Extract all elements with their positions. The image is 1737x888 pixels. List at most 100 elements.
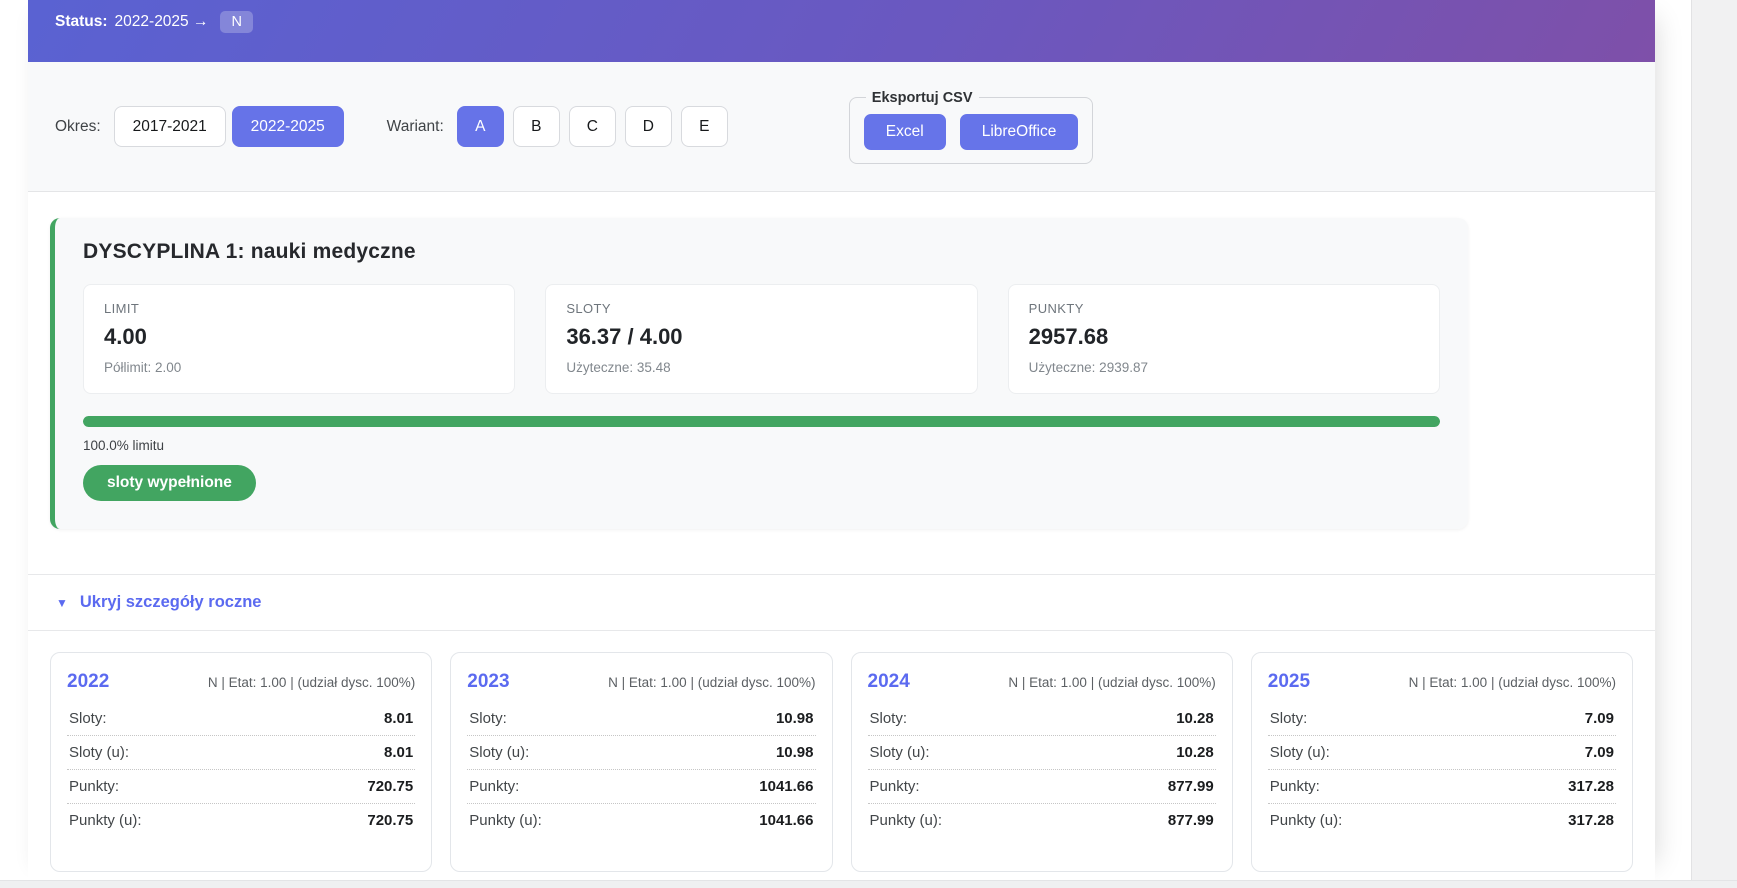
year-rows: Sloty: 10.28 Sloty (u): 10.28 Punkty: 87… [868, 702, 1216, 837]
wariant-button[interactable]: B [513, 106, 560, 147]
export-csv-legend: Eksportuj CSV [866, 90, 979, 106]
wariant-button-group: A B C D E [457, 106, 737, 147]
stat-value: 4.00 [104, 324, 494, 350]
year-rows: Sloty: 10.98 Sloty (u): 10.98 Punkty: 10… [467, 702, 815, 837]
year-stat-value: 8.01 [384, 744, 413, 761]
year-stat-value: 10.98 [776, 744, 814, 761]
year-stat-value: 1041.66 [759, 812, 813, 829]
year-stat-row: Sloty (u): 10.28 [868, 735, 1216, 769]
year-stat-label: Sloty: [1270, 710, 1308, 727]
stat-value: 36.37 / 4.00 [566, 324, 956, 350]
year-meta: N | Etat: 1.00 | (udział dysc. 100%) [208, 675, 415, 690]
limit-progress-fill [83, 416, 1440, 427]
year-label: 2024 [868, 671, 910, 693]
okres-label: Okres: [55, 118, 101, 136]
year-stat-row: Sloty (u): 8.01 [67, 735, 415, 769]
wariant-button[interactable]: A [457, 106, 504, 147]
year-stat-value: 720.75 [367, 778, 413, 795]
year-stat-label: Sloty (u): [69, 744, 129, 761]
slots-filled-badge: sloty wypełnione [83, 465, 256, 501]
year-stat-row: Punkty (u): 317.28 [1268, 803, 1616, 837]
year-stat-value: 317.28 [1568, 778, 1614, 795]
year-stat-label: Punkty: [870, 778, 920, 795]
year-stat-value: 877.99 [1168, 812, 1214, 829]
year-stat-value: 10.98 [776, 710, 814, 727]
year-stat-row: Punkty: 720.75 [67, 769, 415, 803]
status-badge: N [220, 11, 252, 34]
toolbar: Okres: 2017-2021 2022-2025 Wariant: A B … [28, 62, 1655, 192]
year-card-header: 2023 N | Etat: 1.00 | (udział dysc. 100%… [467, 671, 815, 693]
period-button[interactable]: 2017-2021 [114, 106, 226, 147]
toggle-yearly-details-link[interactable]: ▼ Ukryj szczegóły roczne [56, 593, 261, 612]
stat-box: SLOTY 36.37 / 4.00 Użyteczne: 35.48 [545, 284, 977, 394]
year-stat-row: Sloty: 7.09 [1268, 702, 1616, 735]
stat-box-row: LIMIT 4.00 Półlimit: 2.00 SLOTY 36.37 / … [83, 284, 1440, 394]
year-stat-label: Punkty (u): [469, 812, 542, 829]
year-stat-label: Punkty: [469, 778, 519, 795]
main-container: Status: 2022-2025 → N Okres: 2017-2021 2… [28, 0, 1655, 881]
toggle-yearly-details-label: Ukryj szczegóły roczne [80, 593, 262, 612]
discipline-title: DYSCYPLINA 1: nauki medyczne [83, 240, 1440, 264]
year-stat-label: Sloty: [69, 710, 107, 727]
export-button[interactable]: Excel [864, 114, 946, 150]
year-card: 2022 N | Etat: 1.00 | (udział dysc. 100%… [50, 652, 432, 872]
wariant-button[interactable]: E [681, 106, 728, 147]
stat-sub-value: Użyteczne: 35.48 [566, 360, 956, 375]
year-meta: N | Etat: 1.00 | (udział dysc. 100%) [1409, 675, 1616, 690]
year-stat-label: Sloty (u): [870, 744, 930, 761]
year-stat-row: Sloty (u): 7.09 [1268, 735, 1616, 769]
year-stat-row: Sloty: 10.28 [868, 702, 1216, 735]
export-button[interactable]: LibreOffice [960, 114, 1079, 150]
year-meta: N | Etat: 1.00 | (udział dysc. 100%) [608, 675, 815, 690]
year-label: 2022 [67, 671, 109, 693]
wariant-label: Wariant: [387, 118, 444, 136]
year-stat-label: Punkty (u): [1270, 812, 1343, 829]
year-stat-label: Punkty (u): [870, 812, 943, 829]
stat-sub-value: Półlimit: 2.00 [104, 360, 494, 375]
year-rows: Sloty: 8.01 Sloty (u): 8.01 Punkty: 720.… [67, 702, 415, 837]
year-card-header: 2022 N | Etat: 1.00 | (udział dysc. 100%… [67, 671, 415, 693]
limit-percent-label: 100.0% limitu [83, 438, 1440, 453]
period-button[interactable]: 2022-2025 [232, 106, 344, 147]
year-card: 2025 N | Etat: 1.00 | (udział dysc. 100%… [1251, 652, 1633, 872]
triangle-down-icon: ▼ [56, 596, 68, 610]
bottom-edge-strip [0, 880, 1737, 888]
year-stat-row: Punkty: 1041.66 [467, 769, 815, 803]
limit-progress-bar [83, 416, 1440, 427]
stat-sub-value: Użyteczne: 2939.87 [1029, 360, 1419, 375]
scrollbar-gutter[interactable] [1691, 0, 1737, 888]
divider [28, 574, 1655, 575]
years-grid: 2022 N | Etat: 1.00 | (udział dysc. 100%… [50, 652, 1633, 872]
year-stat-label: Sloty (u): [469, 744, 529, 761]
status-bar: Status: 2022-2025 → N [28, 0, 1655, 62]
year-stat-value: 7.09 [1585, 744, 1614, 761]
year-stat-label: Sloty: [469, 710, 507, 727]
year-stat-value: 877.99 [1168, 778, 1214, 795]
year-label: 2025 [1268, 671, 1310, 693]
status-period-value: 2022-2025 → [115, 13, 209, 31]
year-stat-row: Punkty: 877.99 [868, 769, 1216, 803]
divider [28, 630, 1655, 631]
year-stat-label: Sloty: [870, 710, 908, 727]
year-stat-label: Punkty (u): [69, 812, 142, 829]
export-csv-fieldset: Eksportuj CSV Excel LibreOffice [849, 90, 1094, 164]
discipline-card: DYSCYPLINA 1: nauki medyczne LIMIT 4.00 … [50, 218, 1468, 529]
year-stat-value: 1041.66 [759, 778, 813, 795]
period-button-group: 2017-2021 2022-2025 [114, 106, 350, 147]
year-card-header: 2024 N | Etat: 1.00 | (udział dysc. 100%… [868, 671, 1216, 693]
year-stat-row: Punkty (u): 720.75 [67, 803, 415, 837]
year-stat-row: Punkty (u): 1041.66 [467, 803, 815, 837]
wariant-button[interactable]: C [569, 106, 616, 147]
year-stat-row: Sloty: 10.98 [467, 702, 815, 735]
content-area: DYSCYPLINA 1: nauki medyczne LIMIT 4.00 … [28, 192, 1655, 872]
stat-value: 2957.68 [1029, 324, 1419, 350]
year-meta: N | Etat: 1.00 | (udział dysc. 100%) [1008, 675, 1215, 690]
year-stat-label: Punkty: [69, 778, 119, 795]
stat-box: LIMIT 4.00 Półlimit: 2.00 [83, 284, 515, 394]
year-card-header: 2025 N | Etat: 1.00 | (udział dysc. 100%… [1268, 671, 1616, 693]
wariant-button[interactable]: D [625, 106, 672, 147]
year-rows: Sloty: 7.09 Sloty (u): 7.09 Punkty: 317.… [1268, 702, 1616, 837]
year-stat-row: Sloty: 8.01 [67, 702, 415, 735]
status-label: Status: [55, 13, 108, 31]
year-stat-value: 720.75 [367, 812, 413, 829]
